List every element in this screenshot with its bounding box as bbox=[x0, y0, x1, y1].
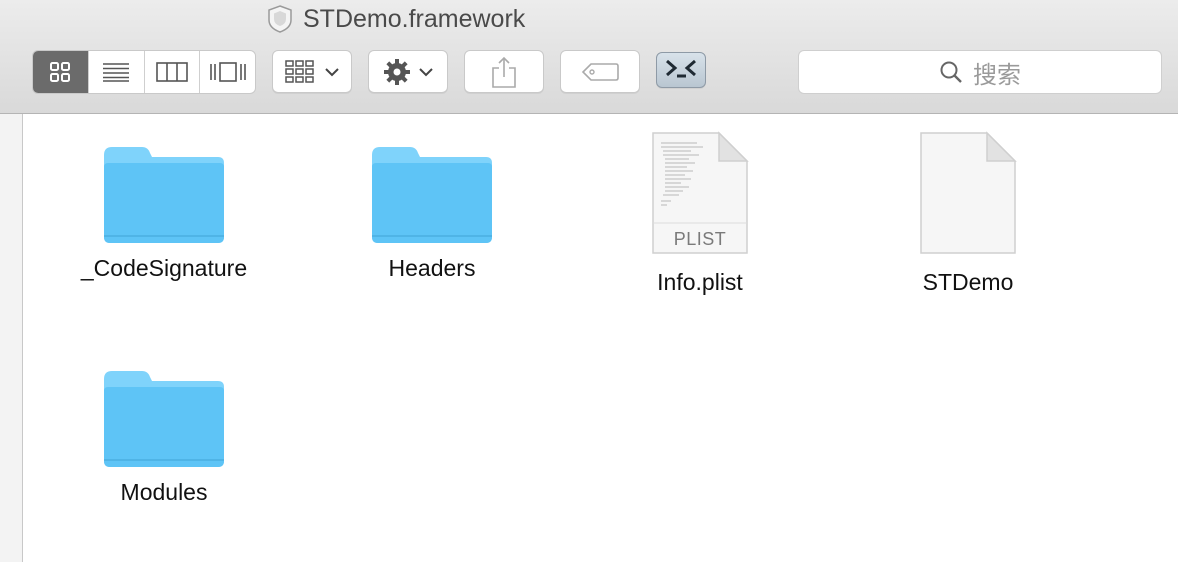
file-name: Headers bbox=[388, 255, 476, 281]
view-mode-segmented-control bbox=[32, 50, 256, 94]
share-button[interactable] bbox=[464, 50, 544, 93]
framework-icon bbox=[268, 5, 292, 33]
sidebar-edge bbox=[0, 114, 23, 562]
tag-icon bbox=[581, 62, 619, 81]
toolbar: STDemo.framework 搜索 bbox=[0, 0, 1178, 114]
gear-icon bbox=[384, 58, 410, 85]
icon-view-button[interactable] bbox=[33, 51, 89, 93]
column-view-button[interactable] bbox=[145, 51, 201, 93]
file-name: _CodeSignature bbox=[80, 255, 248, 281]
plist-badge: PLIST bbox=[673, 229, 727, 249]
list-view-button[interactable] bbox=[89, 51, 145, 93]
list-icon bbox=[103, 63, 130, 82]
search-field[interactable]: 搜索 bbox=[798, 50, 1162, 94]
file-name: STDemo bbox=[922, 269, 1014, 295]
file-item-codesignature[interactable]: _CodeSignature bbox=[54, 143, 274, 282]
folder-icon bbox=[104, 147, 224, 243]
search-icon bbox=[940, 61, 962, 83]
file-name: Info.plist bbox=[657, 269, 743, 295]
window-title: STDemo.framework bbox=[265, 4, 525, 34]
folder-icon bbox=[104, 371, 224, 467]
window-title-text: STDemo.framework bbox=[303, 4, 526, 33]
grid-icon bbox=[50, 62, 71, 82]
file-item-stdemo[interactable]: STDemo bbox=[858, 131, 1078, 296]
cover-flow-view-button[interactable] bbox=[200, 51, 255, 93]
search-placeholder: 搜索 bbox=[973, 61, 1021, 89]
columns-icon bbox=[156, 62, 188, 82]
action-button[interactable] bbox=[368, 50, 448, 93]
cover-flow-icon bbox=[209, 62, 246, 82]
file-name: Modules bbox=[120, 479, 208, 505]
tag-button[interactable] bbox=[560, 50, 640, 93]
file-item-headers[interactable]: Headers bbox=[322, 143, 542, 282]
chevron-down-icon bbox=[325, 67, 339, 76]
file-item-info-plist[interactable]: PLIST Info.plist bbox=[590, 131, 810, 296]
file-item-modules[interactable]: Modules bbox=[54, 367, 274, 506]
document-icon bbox=[920, 131, 1017, 254]
terminal-button[interactable] bbox=[656, 52, 706, 88]
folder-icon bbox=[372, 147, 492, 243]
share-icon bbox=[492, 56, 516, 88]
arrange-button[interactable] bbox=[272, 50, 352, 93]
arrange-grid-icon bbox=[285, 59, 314, 83]
terminal-icon bbox=[666, 59, 696, 78]
chevron-down-icon bbox=[419, 67, 433, 76]
